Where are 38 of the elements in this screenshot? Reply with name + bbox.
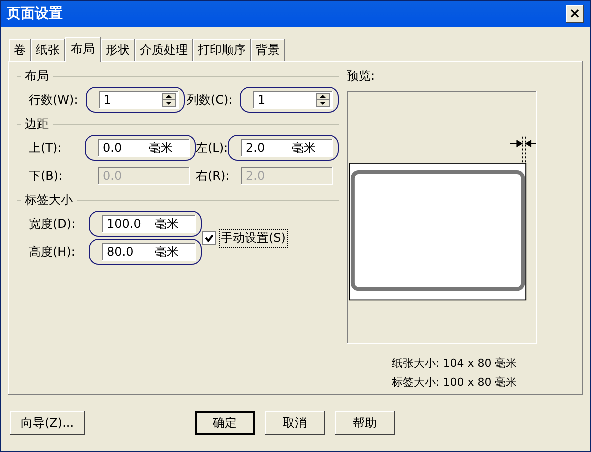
group-title: 布局 <box>25 68 49 84</box>
field-label: 左(L): <box>196 140 228 156</box>
input-field[interactable]: 1 <box>253 91 333 109</box>
input-field[interactable]: 80.0 毫米 <box>102 243 196 261</box>
checkbox-label[interactable]: 手动设置(S) <box>219 228 288 248</box>
tab[interactable]: 卷 <box>9 39 31 61</box>
tab[interactable]: 介质处理 <box>135 39 193 61</box>
field-label: 高度(H): <box>28 244 76 260</box>
tab[interactable]: 背景 <box>251 39 285 61</box>
tab[interactable]: 布局 <box>65 37 101 62</box>
input-field[interactable]: 0.0 毫米 <box>98 139 190 157</box>
dialog-button[interactable]: 向导(Z)... <box>10 411 85 435</box>
field-label: 宽度(D): <box>28 216 77 232</box>
dialog-button[interactable]: 确定 <box>195 411 255 435</box>
group-title: 标签大小 <box>25 192 73 208</box>
window-title: 页面设置 <box>7 5 63 23</box>
input-field[interactable]: 2.0 毫米 <box>241 139 333 157</box>
dialog-button[interactable]: 取消 <box>265 411 325 435</box>
input-field[interactable]: 1 <box>98 91 179 109</box>
spinner-arrows-icon[interactable] <box>316 93 330 107</box>
tab[interactable]: 打印顺序 <box>193 39 251 61</box>
check-mark-icon <box>204 234 214 242</box>
field-label: 列数(C): <box>186 92 234 108</box>
tab[interactable]: 纸张 <box>31 39 65 61</box>
input-field[interactable]: 100.0 毫米 <box>102 215 196 233</box>
checkbox[interactable] <box>202 231 216 245</box>
close-button[interactable]: × <box>566 5 584 23</box>
field-label: 行数(W): <box>28 92 80 108</box>
paper-size-text: 纸张大小: 104 x 80 毫米 <box>392 356 518 371</box>
preview-title: 预览: <box>347 68 376 85</box>
group-title: 边距 <box>25 116 49 132</box>
field-label: 上(T): <box>28 140 63 156</box>
tab[interactable]: 形状 <box>101 39 135 61</box>
spinner-arrows-icon[interactable] <box>162 93 176 107</box>
field-label: 下(B): <box>28 168 64 184</box>
label-size-text: 标签大小: 100 x 80 毫米 <box>392 375 518 390</box>
field-label: 右(R): <box>196 168 228 184</box>
dialog-button[interactable]: 帮助 <box>335 411 395 435</box>
